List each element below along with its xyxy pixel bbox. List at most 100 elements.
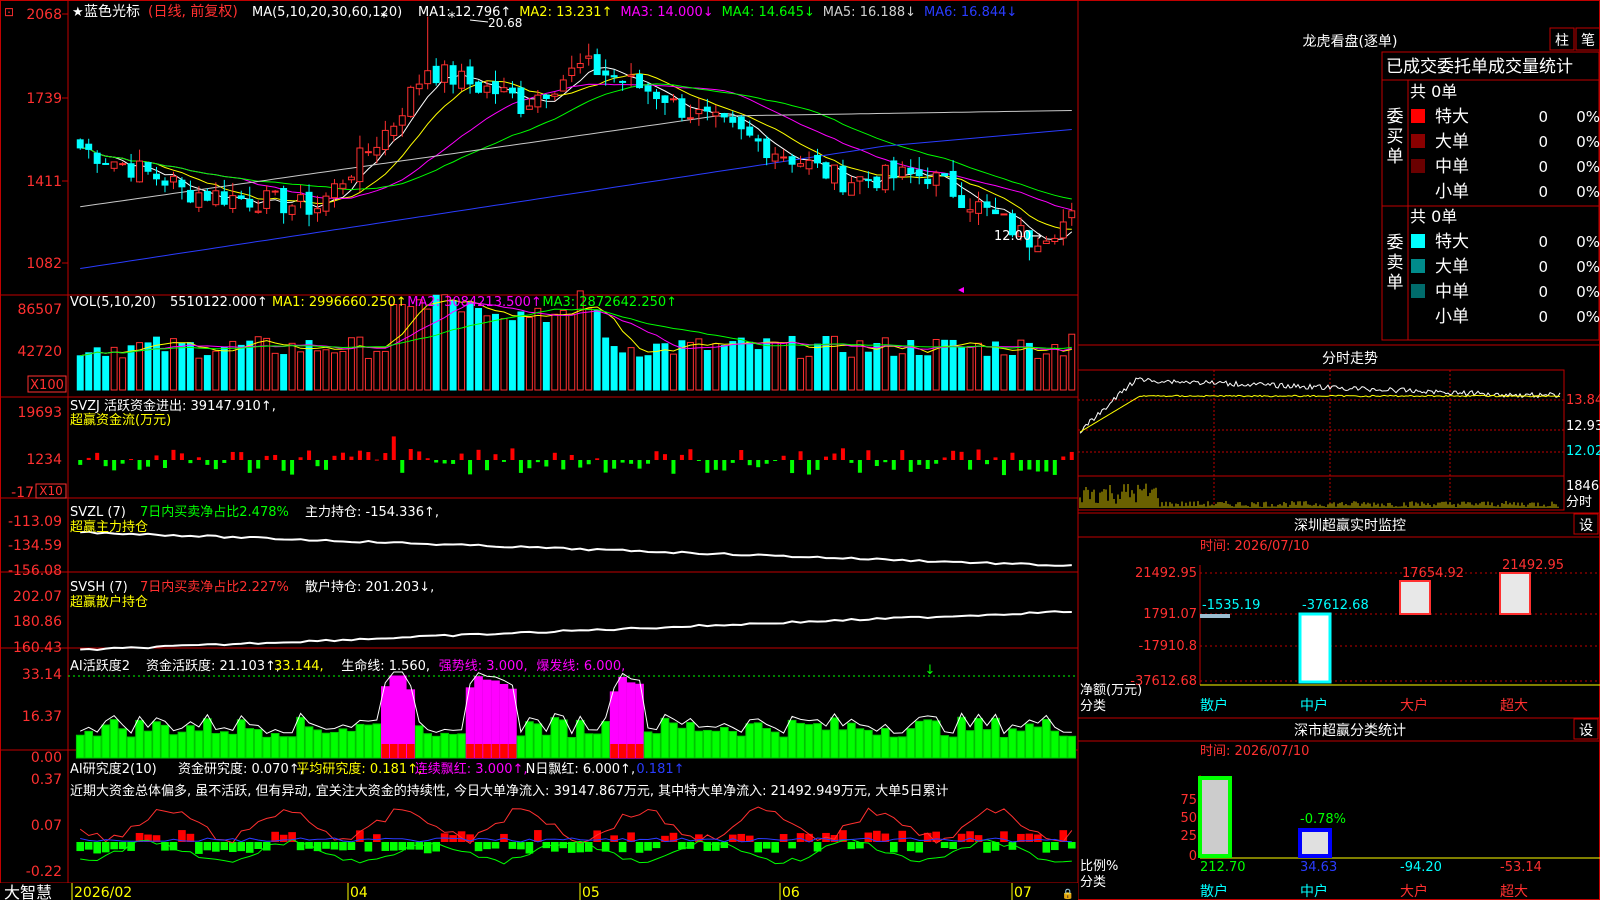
candle-body[interactable] bbox=[263, 190, 271, 209]
candle-body[interactable] bbox=[695, 109, 703, 115]
candle-body[interactable] bbox=[1059, 221, 1067, 239]
candle-body[interactable] bbox=[949, 170, 957, 197]
candle-body[interactable] bbox=[839, 165, 847, 193]
candle-body[interactable] bbox=[814, 154, 821, 164]
candle-body[interactable] bbox=[847, 182, 855, 196]
candle-body[interactable] bbox=[144, 162, 152, 172]
candle-body[interactable] bbox=[331, 183, 338, 199]
candle-body[interactable] bbox=[356, 147, 364, 183]
candle-body[interactable] bbox=[449, 65, 457, 85]
candle-body[interactable] bbox=[602, 70, 610, 76]
candle-body[interactable] bbox=[169, 175, 177, 183]
candle-body[interactable] bbox=[856, 176, 864, 182]
candle-body[interactable] bbox=[712, 111, 720, 117]
candle-body[interactable] bbox=[669, 98, 677, 101]
candle-body[interactable] bbox=[924, 178, 932, 185]
candle-body[interactable] bbox=[161, 180, 169, 186]
candle-body[interactable] bbox=[746, 126, 754, 136]
candle-body[interactable] bbox=[771, 153, 779, 162]
kline-panel[interactable] bbox=[76, 16, 1076, 269]
candle-body[interactable] bbox=[585, 55, 593, 59]
candle-body[interactable] bbox=[1068, 210, 1076, 219]
right-panel[interactable]: 龙虎看盘(逐单) 柱笔已成交委托单成交量统计委买单委卖单共 0单共 0单特大 0 0%… bbox=[1077, 27, 1600, 900]
svsh-panel[interactable] bbox=[80, 610, 1072, 652]
candle-body[interactable] bbox=[636, 73, 644, 89]
candle-body[interactable] bbox=[195, 192, 203, 208]
candle-body[interactable] bbox=[85, 143, 93, 150]
candle-body[interactable] bbox=[381, 129, 389, 151]
candle-body[interactable] bbox=[864, 179, 872, 182]
candle-body[interactable] bbox=[407, 86, 415, 117]
candle-body[interactable] bbox=[907, 167, 915, 174]
candle-body[interactable] bbox=[153, 173, 160, 180]
candle-body[interactable] bbox=[508, 87, 516, 94]
candle-body[interactable] bbox=[653, 91, 660, 100]
candle-body[interactable] bbox=[458, 70, 466, 89]
intraday-frame[interactable] bbox=[1077, 369, 1565, 511]
candle-body[interactable] bbox=[737, 116, 745, 130]
candle-body[interactable] bbox=[186, 189, 194, 203]
candle-body[interactable] bbox=[788, 156, 796, 165]
candle-body[interactable] bbox=[534, 94, 542, 108]
candle-body[interactable] bbox=[271, 190, 279, 193]
candle-body[interactable] bbox=[424, 70, 432, 85]
candle-body[interactable] bbox=[703, 106, 711, 112]
candle-body[interactable] bbox=[576, 63, 584, 69]
candle-body[interactable] bbox=[314, 208, 321, 214]
candle-body[interactable] bbox=[432, 65, 440, 84]
candle-body[interactable] bbox=[297, 194, 305, 202]
candle-body[interactable] bbox=[178, 179, 186, 188]
candle-body[interactable] bbox=[1042, 240, 1050, 245]
candle-body[interactable] bbox=[1034, 245, 1042, 253]
candle-body[interactable] bbox=[898, 166, 906, 178]
candle-body[interactable] bbox=[958, 195, 966, 208]
candle-body[interactable] bbox=[644, 85, 652, 92]
candle-body[interactable] bbox=[941, 173, 949, 177]
candle-body[interactable] bbox=[754, 138, 762, 142]
stock-chart-canvas[interactable]: ⊡ ★ 蓝色光标 (日线, 前复权) MA(5,10,20,30,60,120) MA1:… bbox=[0, 0, 1600, 900]
candle-body[interactable] bbox=[237, 195, 245, 199]
candle-body[interactable] bbox=[873, 176, 881, 189]
candle-body[interactable] bbox=[305, 191, 313, 215]
candle-body[interactable] bbox=[915, 169, 923, 177]
candle-body[interactable] bbox=[983, 201, 991, 208]
candle-body[interactable] bbox=[686, 117, 694, 120]
candle-body[interactable] bbox=[881, 164, 889, 191]
candle-body[interactable] bbox=[254, 210, 262, 213]
candle-body[interactable] bbox=[619, 80, 627, 83]
candle-body[interactable] bbox=[627, 74, 635, 77]
ai-research-panel[interactable] bbox=[76, 806, 1076, 865]
candle-body[interactable] bbox=[203, 190, 211, 201]
candle-body[interactable] bbox=[678, 98, 686, 118]
candle-body[interactable] bbox=[466, 66, 474, 85]
candle-body[interactable] bbox=[831, 164, 838, 184]
candle-body[interactable] bbox=[797, 163, 805, 167]
candle-body[interactable] bbox=[610, 75, 618, 78]
candle-body[interactable] bbox=[525, 105, 533, 110]
candle-body[interactable] bbox=[398, 115, 406, 126]
candle-body[interactable] bbox=[492, 81, 499, 95]
candle-body[interactable] bbox=[932, 172, 940, 186]
candle-body[interactable] bbox=[822, 162, 830, 179]
candle-body[interactable] bbox=[992, 209, 999, 215]
candle-body[interactable] bbox=[76, 139, 84, 149]
candle-body[interactable] bbox=[364, 151, 372, 154]
candle-body[interactable] bbox=[1051, 237, 1059, 242]
candle-body[interactable] bbox=[415, 83, 423, 90]
candle-body[interactable] bbox=[246, 198, 254, 208]
candle-body[interactable] bbox=[720, 113, 728, 118]
candle-body[interactable] bbox=[593, 54, 601, 76]
candle-body[interactable] bbox=[890, 160, 898, 179]
candle-body[interactable] bbox=[975, 201, 983, 214]
candle-body[interactable] bbox=[110, 161, 118, 169]
candle-body[interactable] bbox=[966, 209, 974, 213]
candle-body[interactable] bbox=[551, 93, 559, 97]
svzj-panel[interactable] bbox=[78, 436, 1074, 476]
candle-body[interactable] bbox=[483, 85, 491, 93]
svzl-panel[interactable] bbox=[80, 530, 1072, 567]
candle-body[interactable] bbox=[805, 159, 813, 170]
candle-body[interactable] bbox=[542, 94, 550, 99]
candle-body[interactable] bbox=[517, 87, 525, 114]
candle-body[interactable] bbox=[1000, 213, 1008, 216]
candle-body[interactable] bbox=[288, 205, 296, 215]
